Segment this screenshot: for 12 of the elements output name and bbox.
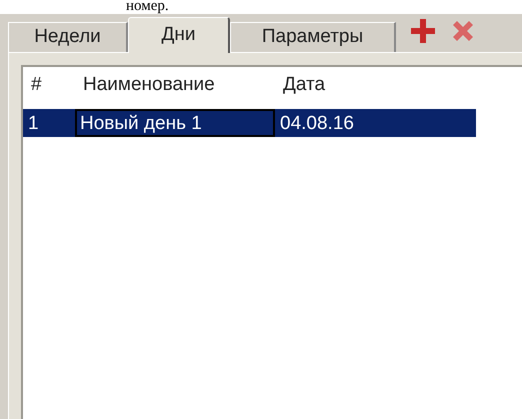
column-header[interactable]: Дата <box>275 70 475 100</box>
table-cell-text: 04.08.16 <box>279 112 355 136</box>
tab[interactable]: Недели <box>8 22 128 52</box>
column-header[interactable]: Наименование <box>75 70 275 100</box>
table-cell: Новый день 1 <box>75 109 275 137</box>
tab[interactable]: Дни <box>128 17 230 53</box>
plus-icon[interactable] <box>410 18 436 44</box>
table-row[interactable]: 1 Новый день 1 04.08.16 <box>23 109 476 137</box>
caption-text: номер. <box>126 0 169 14</box>
column-header[interactable]: # <box>23 70 75 100</box>
tab[interactable]: Параметры <box>230 22 396 52</box>
table-cell-text: 1 <box>27 112 40 136</box>
